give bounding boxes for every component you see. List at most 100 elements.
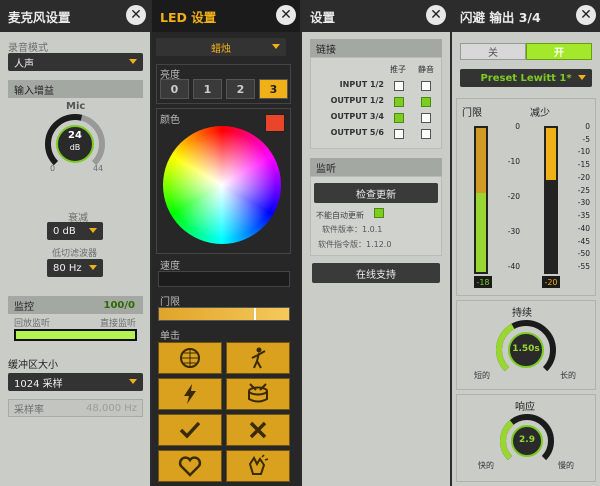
led-tile-lightning[interactable] bbox=[158, 378, 222, 410]
brightness-option-0[interactable]: 0 bbox=[160, 79, 189, 99]
software-version: 软件版本：1.0.1 bbox=[322, 225, 383, 234]
threshold-slider[interactable] bbox=[158, 307, 290, 321]
routing-row-label: OUTPUT 5/6 bbox=[330, 128, 384, 137]
toggle-off[interactable]: 关 bbox=[460, 43, 526, 60]
col-push-label: 推子 bbox=[390, 65, 406, 74]
lowcut-dropdown[interactable]: 80 Hz bbox=[47, 259, 103, 277]
samplerate-value: 48,000 Hz bbox=[86, 402, 137, 414]
direct-monitor-label: 直接监听 bbox=[100, 319, 137, 329]
attenuation-value: 0 dB bbox=[53, 225, 76, 237]
lowcut-value: 80 Hz bbox=[53, 262, 82, 274]
check-update-button[interactable]: 检查更新 bbox=[314, 183, 438, 203]
close-icon[interactable]: ✕ bbox=[426, 5, 446, 25]
single-click-label: 单击 bbox=[160, 331, 180, 342]
led-tile-cross[interactable] bbox=[226, 414, 290, 446]
threshold-meter[interactable] bbox=[474, 126, 488, 274]
routing-push-checkbox[interactable] bbox=[394, 113, 404, 123]
panel-title: 闪避 输出 3/4 bbox=[460, 9, 541, 25]
sustain-knob[interactable]: 1.50s bbox=[496, 320, 556, 380]
response-value: 2.9 bbox=[519, 435, 535, 445]
chevron-down-icon bbox=[272, 44, 280, 49]
attenuation-dropdown[interactable]: 0 dB bbox=[47, 222, 103, 240]
ducking-toggle[interactable]: 关 开 bbox=[460, 43, 592, 60]
record-mode-value: 人声 bbox=[14, 58, 34, 70]
threshold-handle[interactable] bbox=[254, 308, 256, 320]
routing-mute-checkbox[interactable] bbox=[421, 97, 431, 107]
meter-tick-label: -55 bbox=[577, 262, 590, 271]
meter-tick-label: -35 bbox=[577, 211, 590, 221]
meter-tick-label: -15 bbox=[577, 160, 590, 170]
selected-color-swatch[interactable] bbox=[265, 114, 285, 132]
reduction-value: -20 bbox=[542, 276, 560, 288]
drum-icon bbox=[248, 383, 268, 403]
panel-title: LED 设置 bbox=[160, 9, 217, 25]
chevron-down-icon bbox=[129, 379, 137, 384]
threshold-label: 门限 bbox=[160, 297, 180, 308]
color-wheel[interactable] bbox=[163, 126, 281, 244]
buffer-dropdown[interactable]: 1024 采样 bbox=[8, 373, 143, 391]
threshold-meter-fill bbox=[476, 192, 486, 272]
close-icon[interactable]: ✕ bbox=[576, 5, 596, 25]
panel-title: 设置 bbox=[310, 9, 336, 25]
meter-tick-label: -50 bbox=[577, 249, 590, 259]
response-knob[interactable]: 2.9 bbox=[500, 414, 554, 468]
sustain-value: 1.50s bbox=[512, 344, 540, 354]
online-support-button[interactable]: 在线支持 bbox=[312, 263, 440, 283]
speed-label: 速度 bbox=[160, 261, 180, 272]
monitor-header: 监控 100/0 bbox=[8, 296, 143, 314]
routing-push-checkbox[interactable] bbox=[394, 97, 404, 107]
meter-tick-label: -30 bbox=[577, 198, 590, 208]
record-mode-dropdown[interactable]: 人声 bbox=[8, 53, 143, 71]
meter-tick-label: -25 bbox=[577, 185, 590, 195]
brightness-option-1[interactable]: 1 bbox=[193, 79, 222, 99]
checkmark-icon bbox=[179, 421, 201, 439]
playback-monitor-label: 回放监听 bbox=[14, 319, 51, 329]
col-mute-label: 静音 bbox=[418, 65, 434, 74]
routing-row-label: OUTPUT 3/4 bbox=[330, 112, 384, 121]
preset-dropdown[interactable]: Preset Lewitt 1* bbox=[460, 69, 592, 87]
monitor-value: 100/0 bbox=[103, 299, 135, 311]
led-mode-dropdown[interactable]: 蜡烛 bbox=[156, 38, 286, 56]
led-tile-heart[interactable] bbox=[158, 450, 222, 482]
knob-value: 24 bbox=[68, 130, 82, 141]
mic-settings-panel: 麦克风设置 ✕ 录音模式 人声 输入增益 Mic 24 dB 0 44 衰减 0… bbox=[0, 0, 150, 486]
routing-row-label: INPUT 1/2 bbox=[339, 80, 384, 89]
routing-row-label: OUTPUT 1/2 bbox=[330, 96, 384, 105]
auto-update-checkbox[interactable] bbox=[374, 208, 384, 218]
led-tile-clap[interactable] bbox=[226, 450, 290, 482]
speed-slider[interactable] bbox=[158, 271, 290, 287]
routing-push-checkbox[interactable] bbox=[394, 81, 404, 91]
buffer-label: 缓冲区大小 bbox=[8, 360, 58, 371]
led-tile-checkmark[interactable] bbox=[158, 414, 222, 446]
reduction-meter-fill bbox=[546, 128, 556, 180]
meter-tick-label: 0 bbox=[585, 122, 590, 131]
led-tile-drum[interactable] bbox=[226, 378, 290, 410]
knob-min: 0 bbox=[50, 164, 56, 173]
led-settings-panel: LED 设置 ✕ 蜡烛 亮度 0123 颜色 速度 门限 单击 bbox=[152, 0, 300, 486]
clap-icon bbox=[248, 454, 269, 475]
toggle-on[interactable]: 开 bbox=[526, 43, 592, 60]
meter-tick-label: -40 bbox=[577, 223, 590, 233]
chevron-down-icon bbox=[89, 265, 97, 270]
preset-value: Preset Lewitt 1* bbox=[480, 72, 572, 84]
settings-panel: 设置 ✕ 链接 推子 静音 INPUT 1/2 OUTPUT 1/2 OUTPUT … bbox=[302, 0, 450, 486]
monitor-label: 监控 bbox=[14, 301, 34, 313]
auto-update-label: 不能自动更新 bbox=[316, 211, 364, 220]
close-icon[interactable]: ✕ bbox=[126, 5, 146, 25]
routing-mute-checkbox[interactable] bbox=[421, 113, 431, 123]
mic-settings-titlebar: 麦克风设置 ✕ bbox=[0, 0, 150, 32]
lightning-icon bbox=[184, 384, 196, 404]
reduction-meter[interactable] bbox=[544, 126, 558, 274]
routing-mute-checkbox[interactable] bbox=[421, 81, 431, 91]
monitor-slider[interactable] bbox=[14, 329, 137, 341]
routing-mute-checkbox[interactable] bbox=[421, 129, 431, 139]
brightness-option-2[interactable]: 2 bbox=[226, 79, 255, 99]
cross-icon bbox=[249, 421, 267, 439]
close-icon[interactable]: ✕ bbox=[276, 5, 296, 25]
routing-push-checkbox[interactable] bbox=[394, 129, 404, 139]
led-tile-disco-ball[interactable] bbox=[158, 342, 222, 374]
led-tile-dancer[interactable] bbox=[226, 342, 290, 374]
threshold-ticks: 0 -10 -20 -30 -40 bbox=[492, 122, 522, 274]
heart-icon bbox=[178, 456, 202, 477]
brightness-option-3[interactable]: 3 bbox=[259, 79, 288, 99]
